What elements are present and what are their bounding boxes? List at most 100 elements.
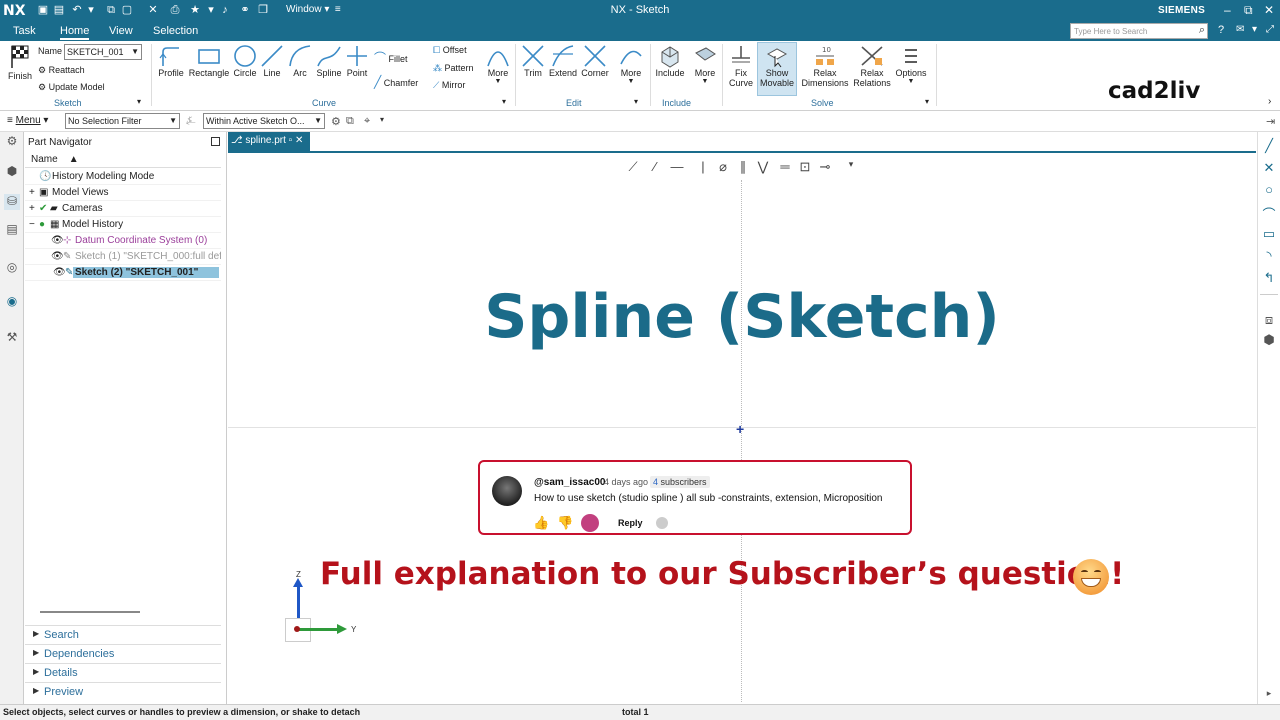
corner-button[interactable]: Corner <box>580 44 610 78</box>
hidden-eye-icon[interactable]: 👁 <box>51 251 64 262</box>
finish-button[interactable]: Finish <box>4 43 36 81</box>
fixed-constraint-icon[interactable]: ⊡ <box>797 159 813 175</box>
notification-icon[interactable]: ✉ <box>1236 24 1244 35</box>
resource-settings-icon[interactable]: ⚙ <box>4 134 20 150</box>
tangent-constraint-icon[interactable]: ⌀ <box>715 159 731 175</box>
include-button[interactable]: Include <box>653 44 687 78</box>
line-tool-icon[interactable]: ╱ <box>1261 138 1277 154</box>
extend-button[interactable]: Extend <box>547 44 579 78</box>
point-button[interactable]: Point <box>344 44 370 78</box>
cursor-icon[interactable]: ⌖ <box>364 115 370 128</box>
parallel-constraint-icon[interactable]: ∥ <box>735 159 751 175</box>
search-icon[interactable]: ⌕ <box>1199 24 1205 37</box>
scroll-down-icon[interactable]: ▸ <box>1261 688 1277 704</box>
render-style-icon[interactable]: ⬢ <box>1261 332 1277 348</box>
expand-icon[interactable]: + <box>29 203 35 214</box>
creator-heart-icon[interactable] <box>581 514 599 532</box>
reply-button[interactable]: Reply <box>618 518 643 528</box>
settings-dropdown-icon[interactable]: ▾ <box>1252 24 1257 35</box>
chevron-down-icon[interactable]: ▾ <box>843 159 859 175</box>
equal-length-icon[interactable]: ═ <box>777 159 793 175</box>
update-model-button[interactable]: ⚙ Update Model <box>38 82 105 93</box>
comment-username[interactable]: @sam_issac00 <box>534 477 605 488</box>
collapse-icon[interactable]: − <box>29 219 35 230</box>
web-browser-icon[interactable]: ◉ <box>4 294 20 310</box>
thumbs-up-icon[interactable]: 👍 <box>533 515 549 531</box>
document-tab[interactable]: ⎇ spline.prt ▫ ✕ <box>228 132 310 151</box>
horizontal-scrollbar[interactable] <box>40 611 140 613</box>
command-search-input[interactable]: Type Here to Search ⌕ <box>1070 23 1208 39</box>
graphics-window[interactable]: ⎇ spline.prt ▫ ✕ ⟋ ⁄ — | ⌀ ∥ ⋁ ═ ⊡ ⊸ ▾ +… <box>228 132 1256 704</box>
horizontal-constraint-icon[interactable]: — <box>669 159 685 175</box>
trim-tool-icon[interactable]: ✕ <box>1261 160 1277 176</box>
fillet-tool-icon[interactable]: ◝ <box>1261 248 1277 264</box>
view-orient-icon[interactable]: ⧈ <box>1261 312 1277 328</box>
group-expand-icon[interactable]: ▾ <box>634 97 638 106</box>
midpoint-constraint-icon[interactable]: ⊸ <box>817 159 833 175</box>
select-all-icon[interactable]: ⚙ <box>331 115 341 128</box>
circle-tool-icon[interactable]: ○ <box>1261 182 1277 198</box>
deselect-icon[interactable]: ⧉ <box>346 115 354 128</box>
chamfer-button[interactable]: ╱ Chamfer <box>374 75 418 89</box>
tree-row-model-history[interactable]: − ● ▦ Model History <box>25 217 221 233</box>
thumbs-down-icon[interactable]: 👎 <box>557 515 573 531</box>
arc-button[interactable]: Arc <box>287 44 313 78</box>
chevron-down-icon[interactable]: ▾ <box>380 115 384 124</box>
relax-dimensions-button[interactable]: 10 Relax Dimensions <box>800 44 850 88</box>
pattern-button[interactable]: ⁂ Pattern <box>433 63 474 74</box>
part-navigator-icon[interactable]: ⛁ <box>4 194 20 210</box>
profile-tool-icon[interactable]: ↰ <box>1261 270 1277 286</box>
assembly-navigator-icon[interactable]: ⬢ <box>4 164 20 180</box>
options-button[interactable]: Options ▼ <box>893 44 929 85</box>
perpendicular-constraint-icon[interactable]: ⋁ <box>755 159 771 175</box>
dependencies-panel[interactable]: ▶ Dependencies <box>25 644 221 662</box>
relax-relations-button[interactable]: Relax Relations <box>851 44 893 88</box>
tree-row-history-mode[interactable]: 🕓 History Modeling Mode <box>25 169 221 185</box>
tab-view[interactable]: View <box>109 25 133 37</box>
tree-row-sketch-2[interactable]: 👁 ✎ Sketch (2) "SKETCH_001" <box>25 265 221 281</box>
tab-selection[interactable]: Selection <box>153 25 198 37</box>
include-more-button[interactable]: More ▼ <box>690 44 720 85</box>
arc-tool-icon[interactable]: ⌒ <box>1261 204 1277 222</box>
vertical-constraint-icon[interactable]: | <box>695 159 711 175</box>
tab-home[interactable]: Home <box>60 25 90 40</box>
tree-row-model-views[interactable]: + ▣ Model Views <box>25 185 221 201</box>
reattach-button[interactable]: ⚙ Reattach <box>38 65 85 76</box>
preview-panel[interactable]: ▶ Preview <box>25 682 221 700</box>
name-column-header[interactable]: Name ▲ <box>25 152 221 168</box>
spline-button[interactable]: Spline <box>314 44 344 78</box>
trim-button[interactable]: Trim <box>518 44 548 78</box>
roles-icon[interactable]: ⚒ <box>4 330 20 346</box>
menu-button[interactable]: ≡ Menu ▾ <box>7 115 48 126</box>
tab-task[interactable]: Task <box>13 25 36 37</box>
constraint-navigator-icon[interactable]: ▤ <box>4 222 20 238</box>
curve-more-button[interactable]: More ▼ <box>484 44 512 85</box>
close-tab-icon[interactable]: ✕ <box>295 135 303 146</box>
tree-row-cameras[interactable]: + ✔ ▰ Cameras <box>25 201 221 217</box>
minimize-icon[interactable]: ‒ <box>1224 3 1231 17</box>
selection-filter-select[interactable]: No Selection Filter ▼ <box>65 113 180 129</box>
show-movable-button[interactable]: Show Movable <box>757 42 797 96</box>
coincident-constraint-icon[interactable]: ⟋ <box>625 159 641 175</box>
help-icon[interactable]: ? <box>1218 24 1224 36</box>
rectangle-button[interactable]: Rectangle <box>188 44 230 78</box>
tree-row-sketch-1[interactable]: 👁 ✎ Sketch (1) "SKETCH_000:full defin <box>25 249 221 265</box>
reuse-library-icon[interactable]: ◎ <box>4 260 20 276</box>
edit-more-button[interactable]: More ▼ <box>616 44 646 85</box>
restore-icon[interactable]: ⧉ <box>1244 3 1253 18</box>
view-triad[interactable]: Z Y <box>284 570 364 650</box>
offset-button[interactable]: ⧠ Offset <box>433 45 467 56</box>
hidden-eye-icon[interactable]: 👁 <box>51 235 64 246</box>
search-panel[interactable]: ▶ Search <box>25 625 221 643</box>
group-expand-icon[interactable]: ▾ <box>925 97 929 106</box>
comment-options-icon[interactable] <box>656 517 668 529</box>
navigator-maximize-icon[interactable] <box>211 137 220 146</box>
ribbon-expand-icon[interactable]: › <box>1268 96 1271 107</box>
close-icon[interactable]: ✕ <box>1264 3 1274 17</box>
selection-scope-select[interactable]: Within Active Sketch O... ▼ <box>203 113 325 129</box>
point-on-curve-icon[interactable]: ⁄ <box>647 159 663 175</box>
fillet-button[interactable]: ⌒ Fillet <box>374 49 408 66</box>
group-expand-icon[interactable]: ▾ <box>137 97 141 106</box>
line-button[interactable]: Line <box>259 44 285 78</box>
toolbar-expand-icon[interactable]: ⇥ <box>1266 115 1275 128</box>
